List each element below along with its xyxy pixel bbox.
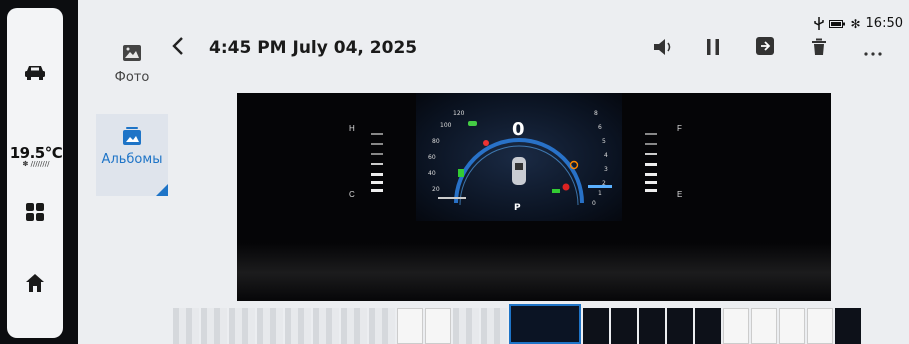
thumbnail[interactable] bbox=[667, 308, 693, 344]
volume-icon bbox=[654, 39, 671, 55]
chevron-left-icon bbox=[172, 37, 183, 55]
thumbnail[interactable] bbox=[425, 308, 451, 344]
home-button[interactable] bbox=[7, 271, 63, 295]
thumbnail[interactable] bbox=[751, 308, 777, 344]
thumbnail[interactable] bbox=[639, 308, 665, 344]
thumbnail[interactable] bbox=[173, 308, 199, 344]
car-button[interactable] bbox=[7, 60, 63, 84]
thumbnail[interactable] bbox=[835, 308, 861, 344]
gear-indicator: P bbox=[514, 203, 521, 213]
instrument-cluster-frame: H 120 100 80 60 40 20 8 6 5 4 3 2 1 0 0 bbox=[356, 93, 622, 221]
speed-tick-100: 100 bbox=[440, 122, 452, 129]
thumbnail[interactable] bbox=[313, 308, 339, 344]
viewer-toolbar: 4:45 PM July 04, 2025 bbox=[171, 36, 891, 62]
speed-tick-80: 80 bbox=[432, 138, 440, 145]
thumbnail[interactable] bbox=[201, 308, 227, 344]
thumbnail[interactable] bbox=[723, 308, 749, 344]
rpm-tick-6: 6 bbox=[598, 124, 602, 131]
export-icon bbox=[756, 37, 774, 55]
rpm-tick-0: 0 bbox=[592, 200, 596, 207]
home-icon bbox=[26, 274, 44, 292]
volume-button[interactable] bbox=[653, 38, 675, 60]
export-button[interactable] bbox=[755, 36, 775, 60]
thumbnail[interactable] bbox=[611, 308, 637, 344]
thumbnail[interactable] bbox=[695, 308, 721, 344]
delete-button[interactable] bbox=[811, 38, 827, 60]
speed-tick-40: 40 bbox=[428, 170, 436, 177]
left-rail: 19.5°C ✽ //////// bbox=[0, 0, 78, 344]
thumbnail[interactable] bbox=[807, 308, 833, 344]
thumbnail-strip[interactable] bbox=[173, 301, 907, 344]
thumbnail[interactable] bbox=[481, 308, 507, 344]
photo-icon bbox=[123, 45, 141, 61]
album-icon bbox=[123, 127, 141, 145]
active-corner-marker bbox=[156, 184, 168, 196]
speed-tick-60: 60 bbox=[428, 154, 436, 161]
thumbnail[interactable] bbox=[453, 308, 479, 344]
thumbnail[interactable] bbox=[779, 308, 805, 344]
rpm-tick-1: 1 bbox=[598, 190, 602, 197]
thumbnail[interactable] bbox=[285, 308, 311, 344]
speed-readout: 0 bbox=[512, 119, 525, 140]
side-nav: Фото Альбомы bbox=[96, 32, 168, 196]
speed-tick-120: 120 bbox=[453, 110, 465, 117]
car-icon bbox=[25, 66, 45, 80]
bluetooth-icon: ✻ bbox=[850, 16, 861, 31]
back-button[interactable] bbox=[171, 36, 185, 62]
battery-icon bbox=[829, 19, 846, 28]
apps-grid-icon bbox=[26, 203, 44, 221]
coolant-high-label: H bbox=[349, 124, 355, 133]
video-player[interactable]: H 120 100 80 60 40 20 8 6 5 4 3 2 1 0 0 bbox=[237, 93, 831, 301]
coolant-low-label: C bbox=[349, 190, 355, 199]
rpm-tick-8: 8 bbox=[594, 110, 598, 117]
coolant-temp-gauge: H C bbox=[349, 124, 383, 199]
rpm-tick-3: 3 bbox=[604, 166, 608, 173]
climate-temperature[interactable]: 19.5°C ✽ //////// bbox=[9, 144, 63, 168]
pause-button[interactable] bbox=[706, 38, 720, 60]
rpm-tick-4: 4 bbox=[604, 152, 608, 159]
nav-item-albums[interactable]: Альбомы bbox=[96, 114, 168, 196]
media-title: 4:45 PM July 04, 2025 bbox=[209, 38, 418, 58]
thumbnail[interactable] bbox=[229, 308, 255, 344]
fuel-full-label: F bbox=[677, 124, 682, 133]
thumbnail[interactable] bbox=[341, 308, 367, 344]
thumbnail[interactable] bbox=[397, 308, 423, 344]
instrument-cluster-graphic: H 120 100 80 60 40 20 8 6 5 4 3 2 1 0 0 bbox=[356, 110, 612, 213]
usb-icon bbox=[814, 17, 825, 30]
trash-icon bbox=[812, 38, 826, 55]
nav-item-albums-label: Альбомы bbox=[101, 152, 163, 167]
fuel-gauge: F E bbox=[645, 124, 682, 199]
thumbnail[interactable] bbox=[369, 308, 395, 344]
fuel-empty-label: E bbox=[677, 190, 682, 199]
status-bar: ✻ 16:50 bbox=[814, 16, 903, 31]
rail-panel: 19.5°C ✽ //////// bbox=[7, 8, 63, 338]
apps-button[interactable] bbox=[7, 200, 63, 224]
nav-item-photos[interactable]: Фото bbox=[96, 32, 168, 114]
more-dots-icon bbox=[864, 52, 882, 56]
pause-icon bbox=[707, 39, 719, 55]
dashboard-reflection bbox=[237, 243, 831, 301]
thumbnail-selected[interactable] bbox=[509, 304, 581, 344]
rpm-tick-5: 5 bbox=[602, 138, 606, 145]
thumbnail[interactable] bbox=[257, 308, 283, 344]
more-button[interactable] bbox=[863, 42, 883, 61]
nav-item-photos-label: Фото bbox=[114, 70, 150, 85]
thumbnail[interactable] bbox=[583, 308, 609, 344]
speed-tick-20: 20 bbox=[432, 186, 440, 193]
status-time: 16:50 bbox=[865, 16, 903, 31]
gallery-app: ✻ 16:50 Фото Альбомы 4:45 PM July 04, 20… bbox=[83, 8, 909, 344]
